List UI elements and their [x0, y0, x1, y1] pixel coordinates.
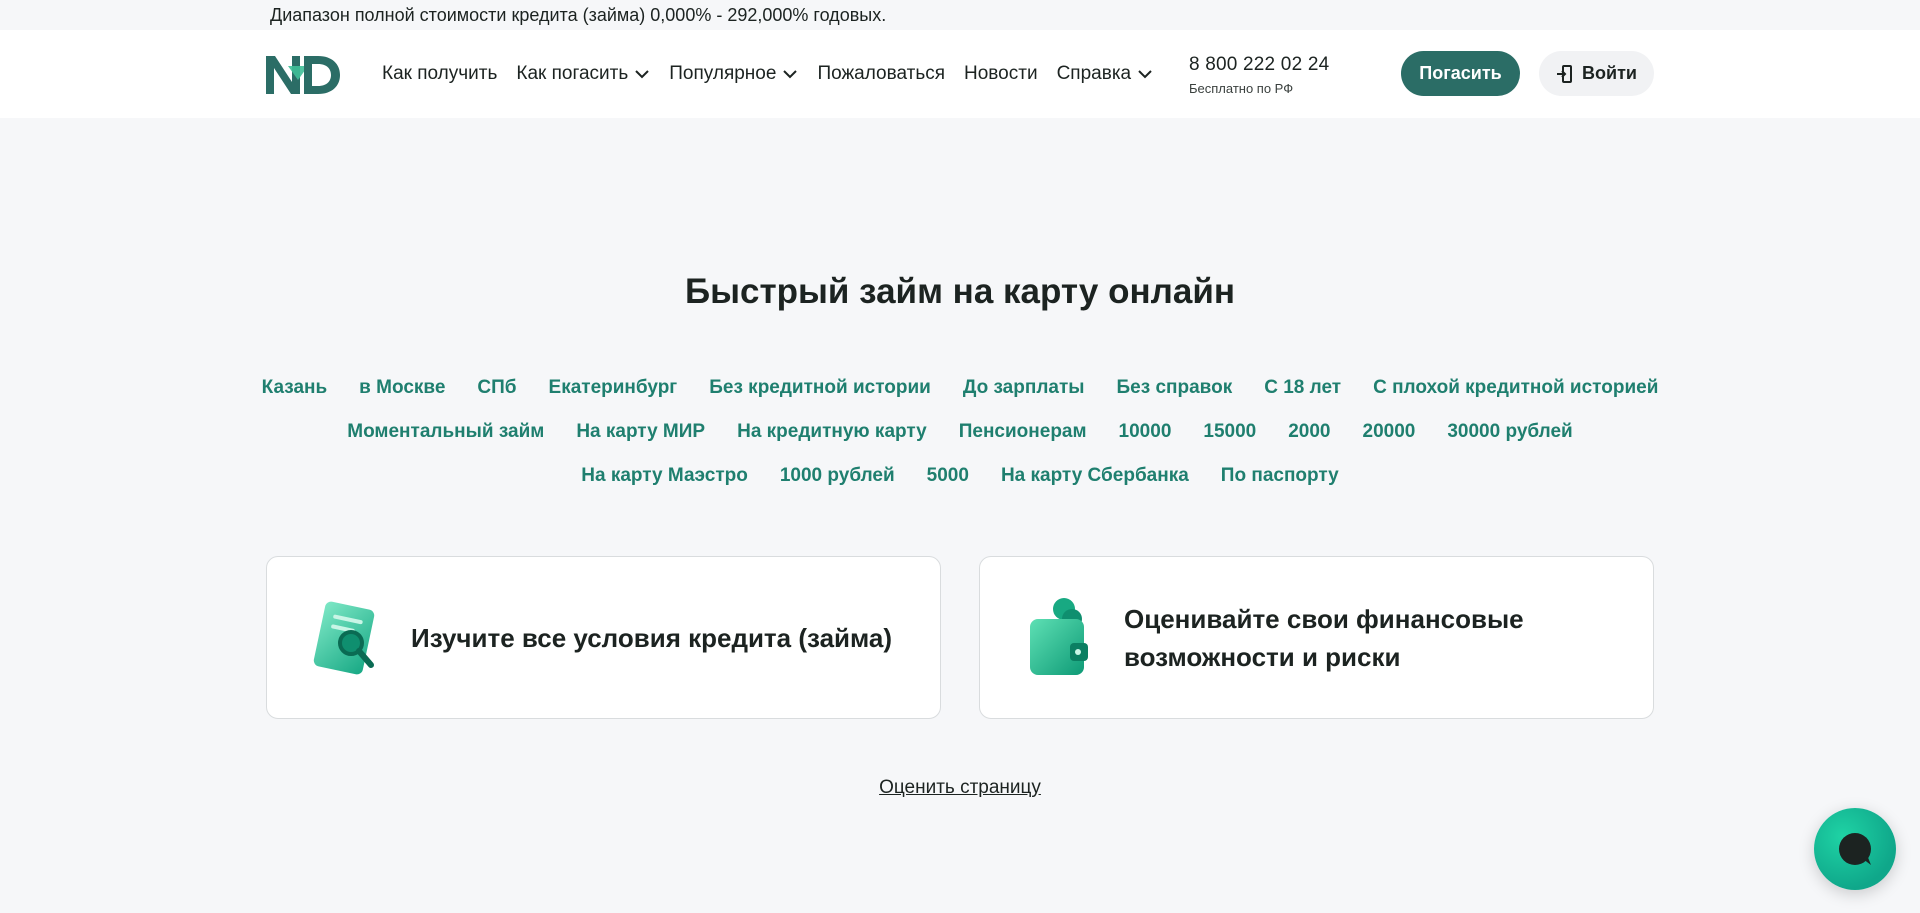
info-card-risks[interactable]: Оценивайте свои финансовые возможности и…: [979, 556, 1654, 719]
info-card-text: Изучите все условия кредита (займа): [411, 622, 893, 653]
tag-link[interactable]: 15000: [1203, 421, 1256, 443]
tag-link[interactable]: До зарплаты: [963, 377, 1085, 399]
tag-link[interactable]: Без справок: [1117, 377, 1233, 399]
chat-bubble-icon: [1839, 833, 1871, 865]
nav-item[interactable]: Новости: [964, 63, 1038, 85]
tag-link[interactable]: 5000: [927, 465, 969, 487]
tag-link[interactable]: Без кредитной истории: [709, 377, 931, 399]
tag-link[interactable]: На карту Маэстро: [581, 465, 748, 487]
chevron-down-icon: [783, 70, 798, 79]
page-title: Быстрый займ на карту онлайн: [684, 272, 1235, 311]
nav-item[interactable]: Пожаловаться: [817, 63, 945, 85]
nav-item-label: Как получить: [382, 63, 498, 84]
phone-block: 8 800 222 02 24 Бесплатно по РФ: [1189, 54, 1329, 96]
document-magnifier-icon: [313, 601, 375, 674]
phone-number[interactable]: 8 800 222 02 24: [1189, 54, 1329, 76]
chevron-down-icon: [635, 70, 649, 79]
pay-button[interactable]: Погасить: [1401, 51, 1520, 96]
tag-link[interactable]: в Москве: [359, 377, 445, 399]
tag-link[interactable]: 1000 рублей: [780, 465, 895, 487]
tag-link[interactable]: Екатеринбург: [549, 377, 678, 399]
tag-link[interactable]: На карту Сбербанка: [1001, 465, 1189, 487]
tag-link[interactable]: С 18 лет: [1264, 377, 1341, 399]
tag-links: Казань в Москве СПб Екатеринбург Без кредитн…: [262, 366, 1659, 498]
login-button-label: Войти: [1582, 63, 1637, 83]
tag-link[interactable]: СПб: [477, 377, 516, 399]
tag-link[interactable]: Казань: [262, 377, 328, 399]
nav-item[interactable]: Справка: [1057, 63, 1154, 85]
nav-item-label: Как погасить: [516, 63, 629, 84]
site-header: Как получить Как погасить Популярное Пожало…: [0, 30, 1920, 118]
info-card-text: Оценивайте свои финансовые возможности и…: [1124, 603, 1524, 672]
tag-link[interactable]: 10000: [1119, 421, 1172, 443]
tag-link[interactable]: На карту МИР: [576, 421, 705, 443]
tag-row: Казань в Москве СПб Екатеринбург Без кредитн…: [262, 366, 1659, 410]
tag-link[interactable]: 30000 рублей: [1447, 421, 1572, 443]
logo[interactable]: [266, 54, 340, 96]
login-button[interactable]: Войти: [1539, 51, 1654, 96]
main-nav: Как получить Как погасить Популярное Пожало…: [382, 30, 1172, 118]
nav-item[interactable]: Как получить: [382, 63, 497, 85]
chevron-down-icon: [1138, 70, 1152, 79]
tag-link[interactable]: По паспорту: [1221, 465, 1339, 487]
tag-row: На карту Маэстро 1000 рублей 5000 На карту …: [270, 454, 1650, 498]
phone-note: Бесплатно по РФ: [1189, 81, 1294, 96]
tag-link[interactable]: 20000: [1363, 421, 1416, 443]
tag-link[interactable]: На кредитную карту: [737, 421, 927, 443]
login-icon: [1557, 64, 1573, 83]
tag-link[interactable]: Моментальный займ: [347, 421, 544, 443]
rate-page-link[interactable]: Оценить страницу: [0, 777, 1920, 799]
tag-link[interactable]: Пенсионерам: [959, 421, 1087, 443]
nav-item-label: Справка: [1056, 63, 1132, 84]
tag-link[interactable]: 2000: [1288, 421, 1330, 443]
chat-button[interactable]: [1814, 808, 1896, 890]
tag-row: Моментальный займ На карту МИР На кредитну…: [270, 410, 1650, 454]
nav-item[interactable]: Популярное: [669, 63, 798, 85]
tag-link[interactable]: С плохой кредитной историей: [1373, 377, 1658, 399]
wallet-coins-icon: [1030, 597, 1088, 675]
nav-item-label: Пожаловаться: [817, 63, 946, 84]
nav-item-label: Новости: [964, 63, 1038, 84]
info-card-conditions[interactable]: Изучите все условия кредита (займа): [266, 556, 941, 719]
nav-item-label: Популярное: [669, 63, 777, 84]
top-notice: Диапазон полной стоимости кредита (займа…: [0, 0, 1920, 30]
nav-item[interactable]: Как погасить: [516, 63, 650, 85]
